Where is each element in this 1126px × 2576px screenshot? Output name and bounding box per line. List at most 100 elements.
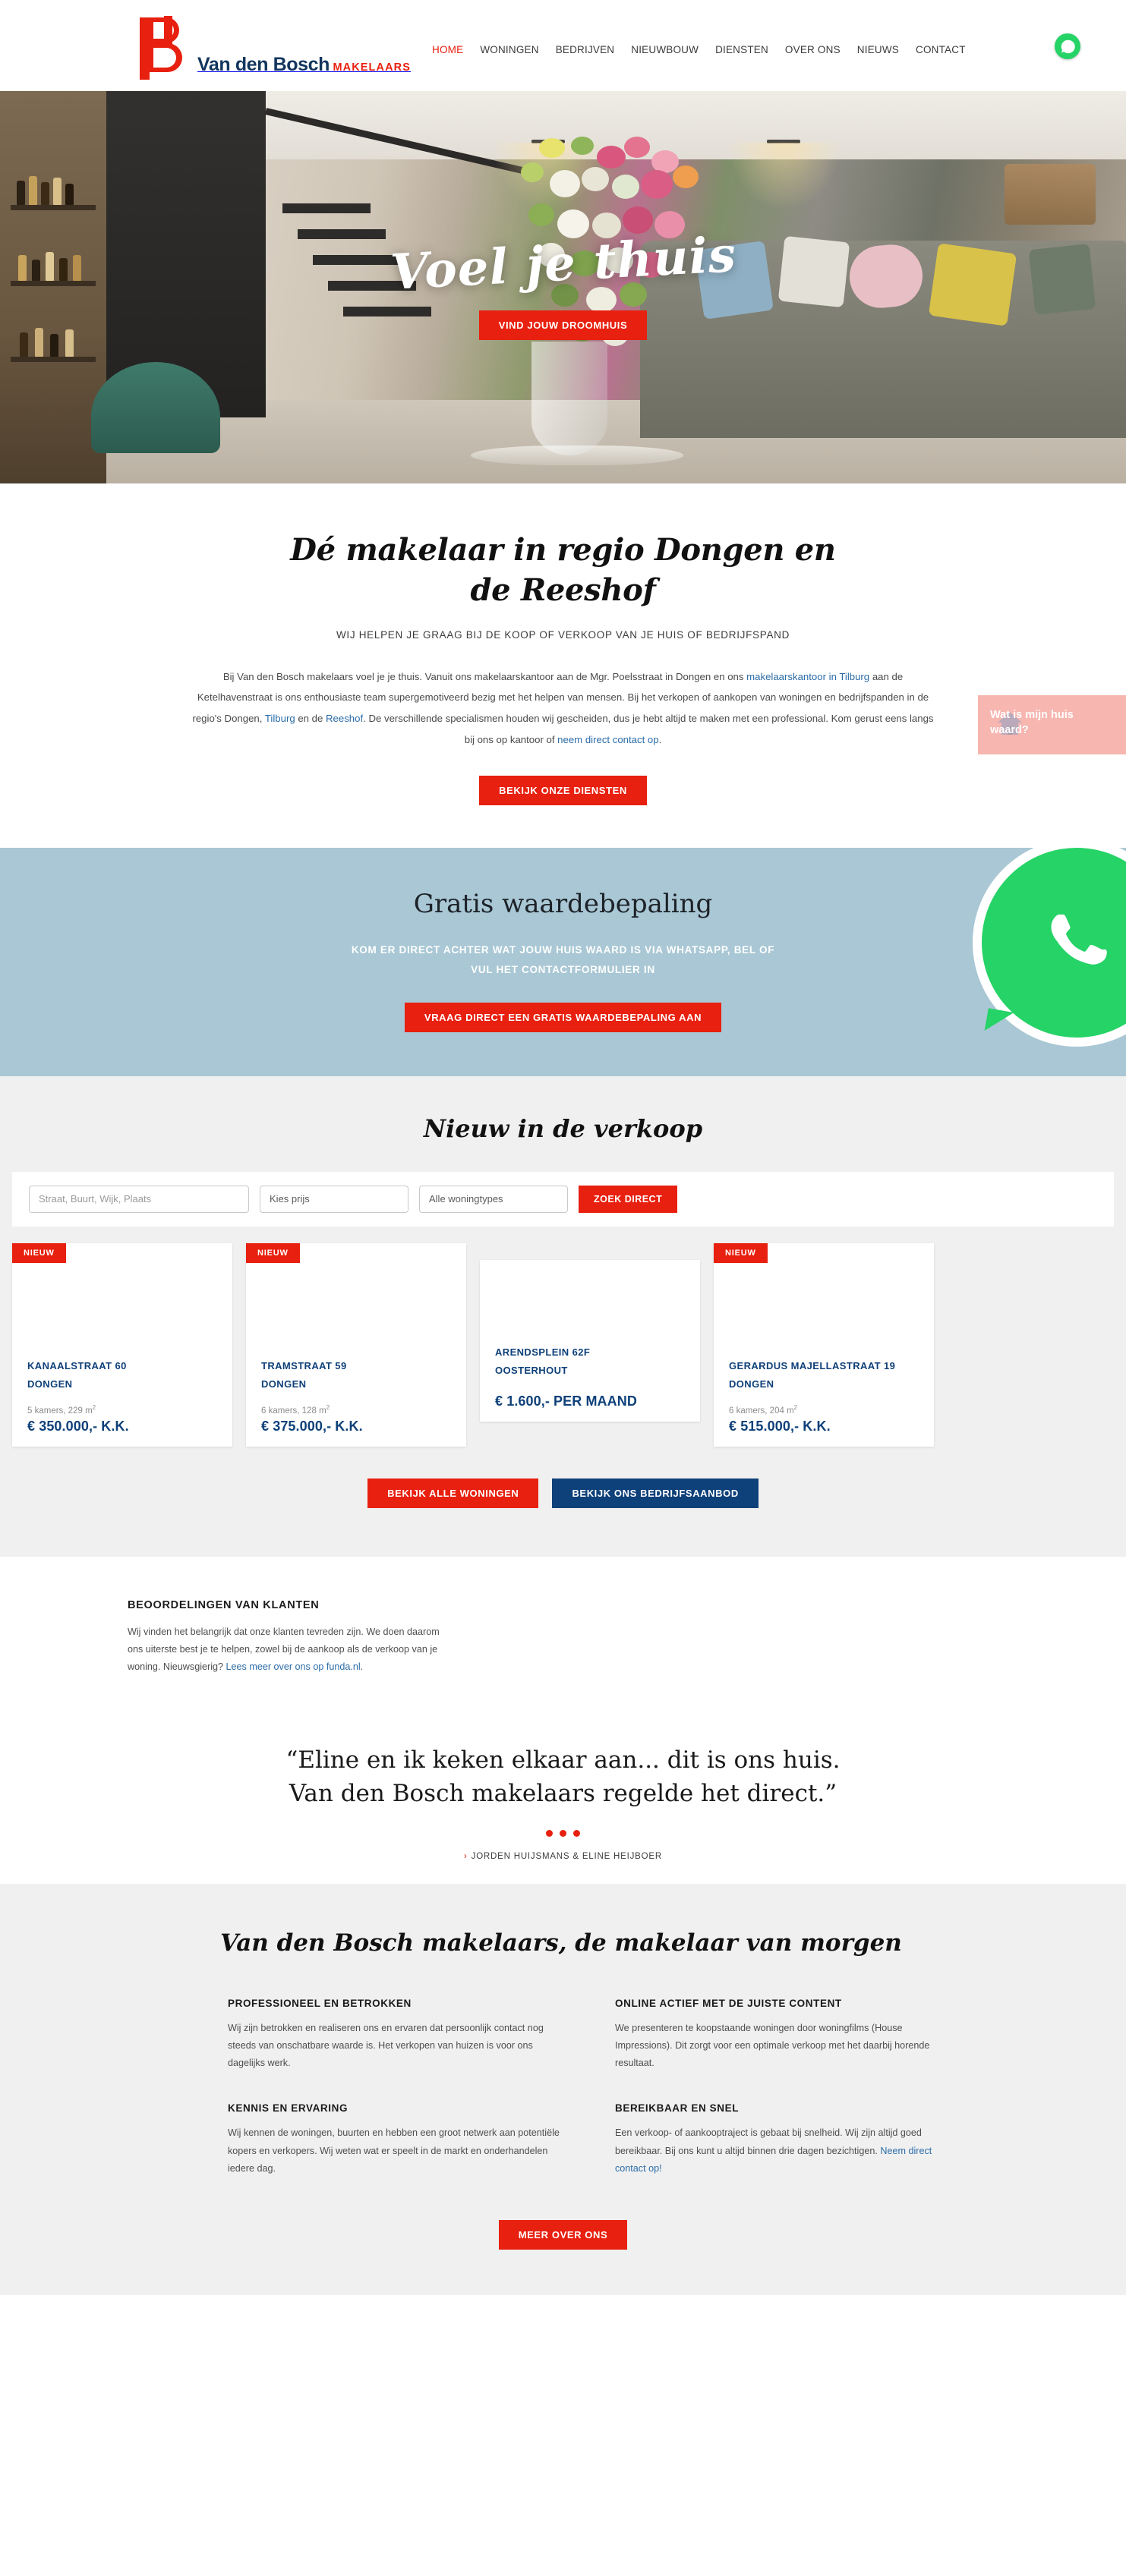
hero-section: Voel je thuis VIND JOUW DROOMHUIS — [0, 91, 1126, 483]
features-title: Van den Bosch makelaars, de makelaar van… — [220, 1929, 902, 1957]
property-price: € 375.000,- K.K. — [261, 1418, 363, 1434]
feature-title: BEREIKBAAR EN SNEL — [615, 2102, 740, 2115]
logo-wordmark: Van den Bosch MAKELAARS — [197, 55, 411, 80]
site-header: Van den Bosch MAKELAARS HOME WONINGEN BE… — [0, 0, 1126, 91]
property-price: € 515.000,- K.K. — [729, 1418, 831, 1434]
features-grid: PROFESSIONEEL EN BETROKKEN Wij zijn betr… — [228, 1998, 1126, 2178]
intro-cta-wrap: BEKIJK ONZE DIENSTEN — [0, 776, 1126, 806]
more-about-us-button[interactable]: MEER OVER ONS — [498, 2220, 628, 2250]
listings-section: Nieuw in de verkoop Kies prijs Alle woni… — [0, 1075, 1126, 1557]
property-street: ARENDSPLEIN 62F — [495, 1346, 591, 1358]
feature-body: Wij zijn betrokken en realiseren ons en … — [228, 2022, 544, 2069]
feature-column-knowledge: KENNIS EN ERVARING Wij kennen de woninge… — [228, 2102, 562, 2178]
reviews-intro: BEOORDELINGEN VAN KLANTEN Wij vinden het… — [128, 1599, 454, 1677]
link-tilburg[interactable]: Tilburg — [265, 713, 295, 724]
link-reeshof[interactable]: Reeshof — [326, 713, 363, 724]
nav-item-contact[interactable]: CONTACT — [916, 44, 966, 55]
property-price: € 350.000,- K.K. — [27, 1418, 129, 1434]
testimonial-author: › JORDEN HUIJSMANS & ELINE HEIJBOER — [0, 1852, 1126, 1861]
property-card[interactable]: NIEUW GERARDUS MAJELLASTRAAT 19 DONGEN 6… — [714, 1242, 934, 1447]
feature-column-reachable: BEREIKBAAR EN SNEL Een verkoop- of aanko… — [615, 2102, 949, 2178]
property-meta-text: 5 kamers, 229 m — [27, 1406, 93, 1416]
property-meta-sup: 2 — [793, 1403, 798, 1411]
view-business-offer-button[interactable]: BEKIJK ONS BEDRIJFSAANBOD — [552, 1478, 759, 1508]
chevron-right-icon: › — [464, 1851, 468, 1861]
testimonial-block: “Eline en ik keken elkaar aan... dit is … — [0, 1677, 1126, 1884]
nav-item-bedrijven[interactable]: BEDRIJVEN — [556, 44, 615, 55]
chat-bubble[interactable]: Wat is mijn huis waard? — [978, 695, 1126, 754]
valuation-title: Gratis waardebepaling — [413, 889, 713, 920]
feature-title: PROFESSIONEEL EN BETROKKEN — [228, 1997, 412, 2009]
feature-body-wrap: Een verkoop- of aankooptraject is gebaat… — [615, 2124, 949, 2178]
features-section: Van den Bosch makelaars, de makelaar van… — [0, 1883, 1126, 2296]
property-card-list: NIEUW KANAALSTRAAT 60 DONGEN 5 kamers, 2… — [12, 1242, 1114, 1447]
search-submit-button[interactable]: ZOEK DIRECT — [579, 1185, 678, 1213]
property-street: GERARDUS MAJELLASTRAAT 19 — [729, 1359, 896, 1371]
listings-actions: BEKIJK ALLE WONINGEN BEKIJK ONS BEDRIJFS… — [0, 1478, 1126, 1508]
property-card[interactable]: NIEUW TRAMSTRAAT 59 DONGEN 6 kamers, 128… — [246, 1242, 466, 1447]
page-subtitle: WIJ HELPEN JE GRAAG BIJ DE KOOP OF VERKO… — [336, 628, 790, 641]
search-input[interactable] — [29, 1185, 249, 1213]
property-card[interactable]: ARENDSPLEIN 62F OOSTERHOUT € 1.600,- PER… — [480, 1259, 700, 1422]
homepage: Van den Bosch MAKELAARS HOME WONINGEN BE… — [0, 0, 1126, 2296]
chat-widget[interactable]: ✕ Wat is mijn huis waard? — [978, 695, 1126, 754]
logo-mark-icon — [128, 11, 196, 80]
property-card-body: GERARDUS MAJELLASTRAAT 19 DONGEN 6 kamer… — [714, 1357, 934, 1447]
carousel-dot[interactable] — [546, 1829, 553, 1837]
logo-name: Van den Bosch — [197, 54, 330, 76]
testimonial-carousel-dots — [0, 1829, 1126, 1837]
valuation-section: Gratis waardebepaling KOM ER DIRECT ACHT… — [0, 848, 1126, 1076]
property-photo — [480, 1259, 700, 1343]
property-meta-sup: 2 — [326, 1403, 330, 1411]
nav-item-nieuwbouw[interactable]: NIEUWBOUW — [631, 44, 699, 55]
intro-text-5: . — [658, 733, 662, 745]
site-logo[interactable]: Van den Bosch MAKELAARS — [128, 11, 411, 80]
intro-text-1: Bij Van den Bosch makelaars voel je je t… — [222, 670, 747, 682]
link-contact[interactable]: neem direct contact op — [557, 734, 658, 745]
property-city: DONGEN — [27, 1378, 73, 1390]
page-title: Dé makelaar in regio Dongen en de Reesho… — [290, 532, 836, 608]
price-select[interactable]: Kies prijs — [260, 1185, 408, 1213]
reviews-section: BEOORDELINGEN VAN KLANTEN Wij vinden het… — [0, 1556, 1126, 1884]
nav-item-woningen[interactable]: WONINGEN — [480, 44, 538, 55]
feature-title: KENNIS EN ERVARING — [228, 2102, 349, 2115]
property-search-bar: Kies prijs Alle woningtypes ZOEK DIRECT — [12, 1171, 1114, 1227]
property-meta: 6 kamers, 204 m2 — [729, 1404, 919, 1416]
find-dream-home-button[interactable]: VIND JOUW DROOMHUIS — [478, 310, 648, 340]
whatsapp-icon[interactable] — [1055, 33, 1080, 59]
nav-item-home[interactable]: HOME — [432, 44, 463, 55]
main-navigation: HOME WONINGEN BEDRIJVEN NIEUWBOUW DIENST… — [432, 36, 966, 55]
property-type-select[interactable]: Alle woningtypes — [419, 1185, 568, 1213]
view-all-homes-button[interactable]: BEKIJK ALLE WONINGEN — [367, 1478, 539, 1508]
feature-body: We presenteren te koopstaande woningen d… — [615, 2022, 930, 2069]
reviews-title: BEOORDELINGEN VAN KLANTEN — [128, 1598, 320, 1611]
feature-column-professional: PROFESSIONEEL EN BETROKKEN Wij zijn betr… — [228, 1998, 562, 2073]
features-cta-wrap: MEER OVER ONS — [0, 2220, 1126, 2250]
testimonial-quote: “Eline en ik keken elkaar aan... dit is … — [285, 1746, 841, 1807]
property-city: DONGEN — [729, 1378, 774, 1390]
status-badge: NIEUW — [12, 1242, 66, 1263]
listings-title: Nieuw in de verkoop — [423, 1113, 703, 1143]
carousel-dot[interactable] — [560, 1829, 566, 1837]
link-makelaarskantoor-tilburg[interactable]: makelaarskantoor in Tilburg — [746, 671, 869, 682]
property-card[interactable]: NIEUW KANAALSTRAAT 60 DONGEN 5 kamers, 2… — [12, 1242, 232, 1447]
nav-item-nieuws[interactable]: NIEUWS — [857, 44, 899, 55]
carousel-dot[interactable] — [573, 1829, 580, 1837]
testimonial-author-name: JORDEN HUIJSMANS & ELINE HEIJBOER — [471, 1851, 662, 1861]
property-city: DONGEN — [261, 1378, 307, 1390]
property-meta-sup: 2 — [92, 1403, 96, 1411]
logo-subtitle: MAKELAARS — [333, 61, 412, 74]
feature-body: Een verkoop- of aankooptraject is gebaat… — [615, 2127, 922, 2156]
nav-item-over-ons[interactable]: OVER ONS — [785, 44, 841, 55]
view-services-button[interactable]: BEKIJK ONZE DIENSTEN — [479, 776, 647, 806]
property-meta-text: 6 kamers, 204 m — [729, 1406, 794, 1416]
property-street: TRAMSTRAAT 59 — [261, 1359, 347, 1371]
valuation-subtext: KOM ER DIRECT ACHTER WAT JOUW HUIS WAARD… — [351, 944, 775, 976]
hero-headline: Voel je thuis — [388, 225, 738, 301]
feature-title: ONLINE ACTIEF MET DE JUISTE CONTENT — [615, 1997, 842, 2009]
nav-item-diensten[interactable]: DIENSTEN — [715, 44, 768, 55]
feature-column-online-content: ONLINE ACTIEF MET DE JUISTE CONTENT We p… — [615, 1998, 949, 2073]
property-city: OOSTERHOUT — [495, 1364, 568, 1376]
request-valuation-button[interactable]: VRAAG DIRECT EEN GRATIS WAARDEBEPALING A… — [404, 1002, 722, 1032]
link-funda-reviews[interactable]: Lees meer over ons op funda.nl — [226, 1661, 361, 1672]
